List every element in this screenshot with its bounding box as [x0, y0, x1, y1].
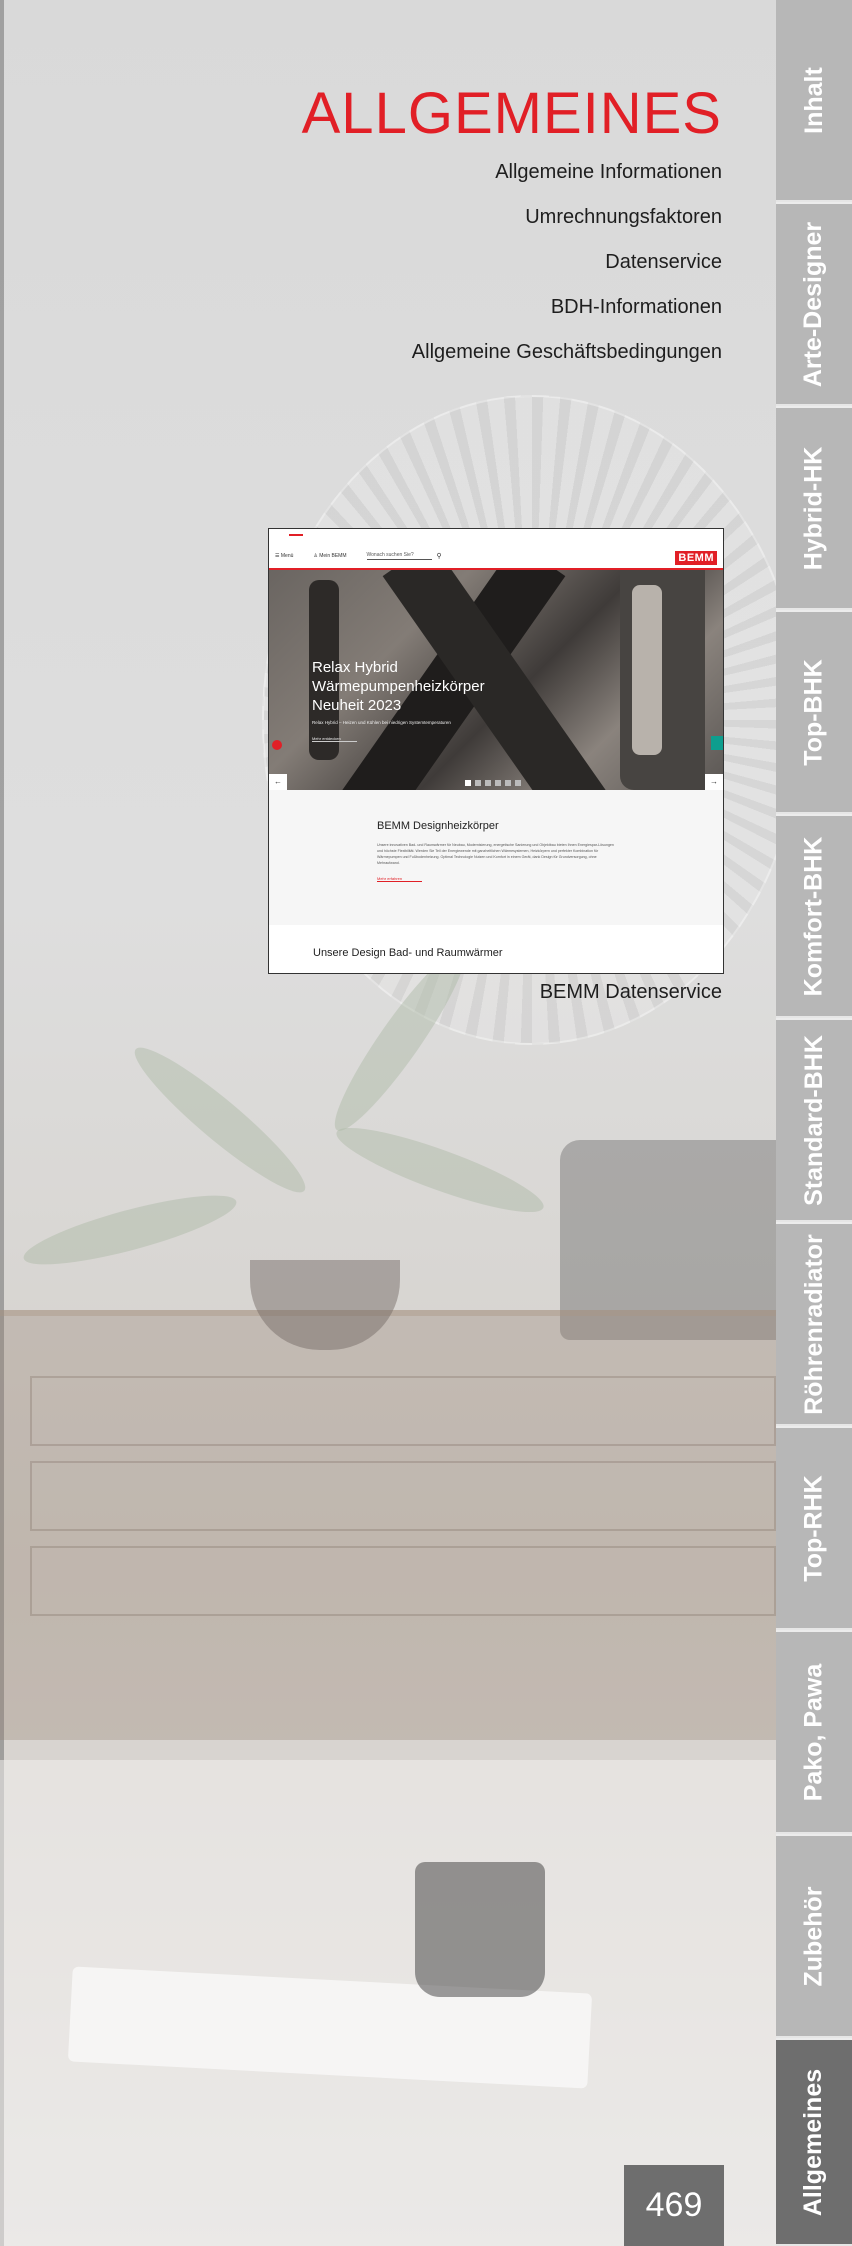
search-placeholder: Wonach suchen Sie?	[366, 552, 432, 560]
toc-item-allgemeine-informationen[interactable]: Allgemeine Informationen	[412, 160, 722, 205]
tab-arte-designer[interactable]: Arte-Designer	[776, 204, 852, 406]
toc-item-bdh-informationen[interactable]: BDH-Informationen	[412, 295, 722, 340]
website-nav: ☰ Menü ♙ Mein BEMM Wonach suchen Sie? ⚲ …	[269, 543, 723, 570]
hero-headline: Relax Hybrid Wärmepumpenheizkörper Neuhe…	[312, 659, 485, 714]
menu-label: ☰ Menü	[275, 552, 294, 559]
tab-top-bhk[interactable]: Top-BHK	[776, 612, 852, 814]
website-screenshot: ☰ Menü ♙ Mein BEMM Wonach suchen Sie? ⚲ …	[268, 528, 724, 974]
sideboard	[0, 1310, 776, 1740]
search-icon: ⚲	[436, 552, 442, 560]
tab-inhalt[interactable]: Inhalt	[776, 0, 852, 202]
section-footer-heading: Unsere Design Bad- und Raumwärmer	[269, 925, 723, 973]
chat-icon	[272, 740, 282, 750]
table-of-contents: Allgemeine Informationen Umrechnungsfakt…	[412, 160, 722, 385]
tab-pako-pawa[interactable]: Pako, Pawa	[776, 1632, 852, 1834]
tab-komfort-bhk[interactable]: Komfort-BHK	[776, 816, 852, 1018]
tab-standard-bhk[interactable]: Standard-BHK	[776, 1020, 852, 1222]
section-link: Mehr erfahren	[377, 876, 422, 882]
hero-subline: Relax Hybrid – Heizen und Kühlen bei nie…	[312, 720, 451, 725]
page-title: ALLGEMEINES	[301, 81, 722, 146]
brand-logo: BEMM	[675, 551, 717, 565]
hero-more-link: Mehr entdecken	[312, 736, 357, 742]
tab-allgemeines[interactable]: Allgemeines	[776, 2040, 852, 2246]
carousel-dots	[465, 780, 521, 786]
account-label: ♙ Mein BEMM	[313, 552, 347, 559]
tab-top-rhk[interactable]: Top-RHK	[776, 1428, 852, 1630]
section-body: Unsere innovativen Bad- und Raumwärmer f…	[377, 843, 614, 865]
arrow-left-icon: ←	[269, 774, 287, 790]
toc-item-umrechnungsfaktoren[interactable]: Umrechnungsfaktoren	[412, 205, 722, 250]
tab-hybrid-hk[interactable]: Hybrid-HK	[776, 408, 852, 610]
hero-banner: Relax Hybrid Wärmepumpenheizkörper Neuhe…	[269, 570, 723, 790]
chapter-tabs: Inhalt Arte-Designer Hybrid-HK Top-BHK K…	[776, 0, 852, 2246]
toc-item-datenservice[interactable]: Datenservice	[412, 250, 722, 295]
website-content: BEMM Designheizkörper Unsere innovativen…	[269, 790, 723, 925]
toc-item-agb[interactable]: Allgemeine Geschäftsbedingungen	[412, 340, 722, 385]
screenshot-caption: BEMM Datenservice	[539, 981, 722, 1003]
section-heading: BEMM Designheizkörper	[377, 820, 499, 832]
arrow-right-icon: →	[705, 774, 723, 790]
tab-roehrenradiator[interactable]: Röhrenradiator	[776, 1224, 852, 1426]
tab-zubehoer[interactable]: Zubehör	[776, 1836, 852, 2038]
contact-icon	[711, 736, 723, 750]
mug	[415, 1862, 545, 1997]
page-number: 469	[624, 2165, 724, 2246]
